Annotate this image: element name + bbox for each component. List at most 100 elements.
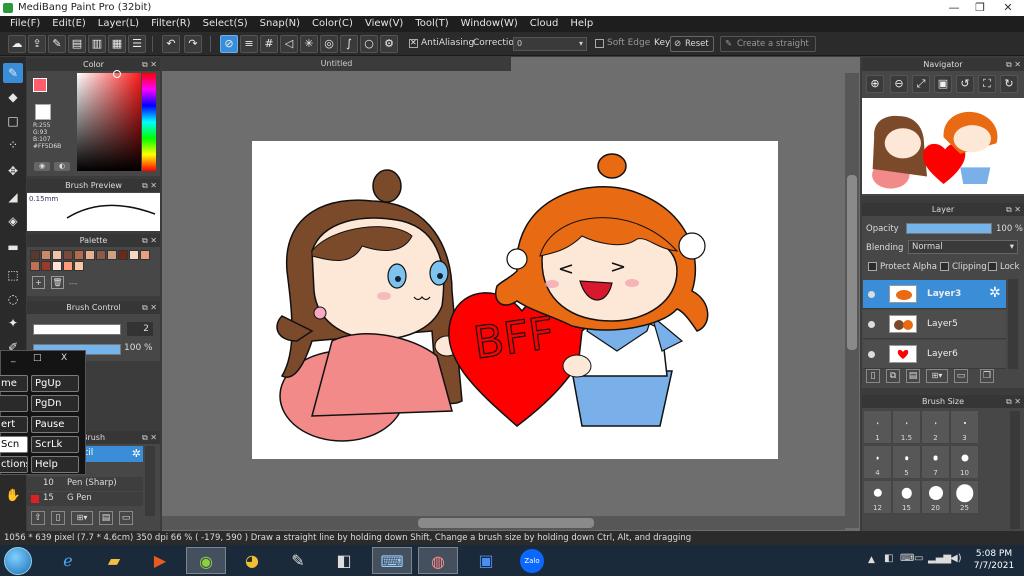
gear-icon[interactable]: ✲ <box>132 447 141 460</box>
clipping-checkbox[interactable] <box>940 262 949 271</box>
menu-filter[interactable]: Filter(R) <box>145 16 197 32</box>
protect-alpha-checkbox[interactable] <box>868 262 877 271</box>
reset-button[interactable]: ⊘ Reset <box>670 36 714 52</box>
panel-buttons[interactable]: ⧉ ✕ <box>1006 395 1021 408</box>
duplicate-layer-icon[interactable]: ⧉ <box>886 369 900 383</box>
soft-edge-checkbox[interactable] <box>595 39 604 48</box>
canvas-horizontal-scroll-thumb[interactable] <box>418 518 594 528</box>
osk-key-help[interactable]: Help <box>31 456 79 473</box>
undo-icon[interactable]: ↶ <box>162 35 180 53</box>
fit-screen-icon[interactable]: ⛶ <box>978 75 996 93</box>
blending-select[interactable]: Normal ▾ <box>908 240 1018 254</box>
language-icon[interactable]: ⌨ <box>900 553 914 564</box>
circle-snap-icon[interactable]: ○ <box>360 35 378 53</box>
show-hidden-icons[interactable]: ▲ <box>868 555 875 565</box>
palette-swatch[interactable] <box>107 250 117 260</box>
brush-size-option[interactable]: 1 <box>863 410 892 444</box>
dot-tool-icon[interactable]: ⁘ <box>3 135 23 155</box>
create-straight-button[interactable]: ✎ Create a straight <box>720 36 816 52</box>
lasso-tool-icon[interactable]: ◌ <box>3 289 23 309</box>
actual-size-icon[interactable]: ▣ <box>934 75 952 93</box>
osk-restore-button[interactable]: □ <box>33 353 42 363</box>
layer-row[interactable]: Layer3 ✲ <box>863 280 1006 309</box>
folder-icon[interactable]: ▤ <box>68 35 86 53</box>
tray-app-icon[interactable]: ◧ <box>884 553 893 564</box>
snap-settings-icon[interactable]: ⚙ <box>380 35 398 53</box>
paint-icon[interactable]: ✎ <box>278 547 318 574</box>
menu-select[interactable]: Select(S) <box>197 16 254 32</box>
brush-size-option[interactable]: 15 <box>892 480 921 514</box>
magic-wand-tool-icon[interactable]: ✦ <box>3 313 23 333</box>
close-window-button[interactable]: ✕ <box>994 0 1022 16</box>
add-palette-icon[interactable]: + <box>32 276 45 289</box>
antialiasing-checkbox[interactable] <box>409 38 418 48</box>
internet-explorer-icon[interactable]: ℯ <box>48 547 88 574</box>
brush-tool-icon[interactable]: ✎ <box>3 63 23 83</box>
lock-checkbox[interactable] <box>988 262 997 271</box>
palette-swatch[interactable] <box>118 250 128 260</box>
gear-icon[interactable]: ✲ <box>989 285 1001 301</box>
fit-window-icon[interactable]: ⤢ <box>912 75 930 93</box>
palette-swatch[interactable] <box>41 261 51 271</box>
vanishing-point-icon[interactable]: ◁ <box>280 35 298 53</box>
palette-swatch[interactable] <box>30 261 40 271</box>
color-picker-cursor[interactable] <box>113 70 121 78</box>
palette-swatch[interactable] <box>85 250 95 260</box>
saturation-value-picker[interactable] <box>77 73 141 171</box>
file-explorer-icon[interactable]: ▰ <box>94 547 134 574</box>
brush-size-option[interactable]: 12 <box>863 480 892 514</box>
trash-icon[interactable]: 🗑 <box>51 276 64 289</box>
panel-buttons[interactable]: ⧉ ✕ <box>142 58 157 71</box>
start-button[interactable] <box>4 547 32 575</box>
add-layer-dropdown-icon[interactable]: ⊞▾ <box>926 369 948 383</box>
panel-buttons[interactable]: ⧉ ✕ <box>142 179 157 192</box>
palette-swatch[interactable] <box>129 250 139 260</box>
menu-snap[interactable]: Snap(N) <box>254 16 306 32</box>
visibility-icon[interactable] <box>868 351 875 358</box>
osk-key-options[interactable]: ctions <box>0 456 28 473</box>
brush-size-value[interactable]: 2 <box>127 322 153 336</box>
osk-key-pause[interactable]: Pause <box>31 416 79 433</box>
fill-tool-icon[interactable]: ◢ <box>3 187 23 207</box>
panel-buttons[interactable]: ⧉ ✕ <box>142 431 157 444</box>
palette-swatch[interactable] <box>74 261 84 271</box>
comment-icon[interactable]: ✎ <box>48 35 66 53</box>
visibility-icon[interactable] <box>868 291 875 298</box>
drawing-canvas[interactable]: BFF <box>252 141 778 459</box>
brush-settings-icon[interactable]: ▤ <box>99 511 113 525</box>
menu-file[interactable]: File(F) <box>4 16 46 32</box>
rotate-left-icon[interactable]: ↺ <box>956 75 974 93</box>
osk-key-scrlk[interactable]: ScrLk <box>31 436 79 453</box>
palette-swatch[interactable] <box>63 261 73 271</box>
parallel-snap-icon[interactable]: ≡ <box>240 35 258 53</box>
palette-swatch[interactable] <box>30 250 40 260</box>
action-center-icon[interactable]: ▭ <box>914 553 923 564</box>
concentric-snap-icon[interactable]: ◎ <box>320 35 338 53</box>
palette-swatch[interactable] <box>52 250 62 260</box>
palette-swatch[interactable] <box>52 261 62 271</box>
brush-upload-icon[interactable]: ⇧ <box>31 511 45 525</box>
brush-size-slider[interactable] <box>33 324 121 335</box>
brush-size-option[interactable]: 3 <box>950 410 979 444</box>
brush-size-option[interactable]: 10 <box>950 445 979 479</box>
correction-select[interactable]: 0 ▾ <box>513 37 587 51</box>
osk-key-end[interactable] <box>0 395 28 412</box>
brush-size-scrollbar[interactable] <box>1010 411 1020 529</box>
brush-size-option[interactable]: 25 <box>950 480 979 514</box>
new-layer-icon[interactable]: ▯ <box>866 369 880 383</box>
menu-layer[interactable]: Layer(L) <box>92 16 145 32</box>
gradient-tool-icon[interactable]: ▬ <box>3 237 23 257</box>
grid-icon[interactable]: ▦ <box>108 35 126 53</box>
add-brush-dropdown-icon[interactable]: ⊞▾ <box>71 511 93 525</box>
clock[interactable]: 5:08 PM 7/7/2021 <box>966 548 1022 572</box>
osk-close-button[interactable]: X <box>61 353 67 363</box>
snap-off-icon[interactable]: ⊘ <box>220 35 238 53</box>
layer-list-scrollbar[interactable] <box>1008 279 1018 369</box>
hue-slider[interactable] <box>142 73 156 171</box>
cross-snap-icon[interactable]: # <box>260 35 278 53</box>
navigator-preview[interactable] <box>862 98 1024 194</box>
color-mode-icon[interactable]: ◐ <box>54 162 70 171</box>
zoom-out-icon[interactable]: ⊖ <box>890 75 908 93</box>
palette-swatch[interactable] <box>140 250 150 260</box>
osk-key-pgdn[interactable]: PgDn <box>31 395 79 412</box>
